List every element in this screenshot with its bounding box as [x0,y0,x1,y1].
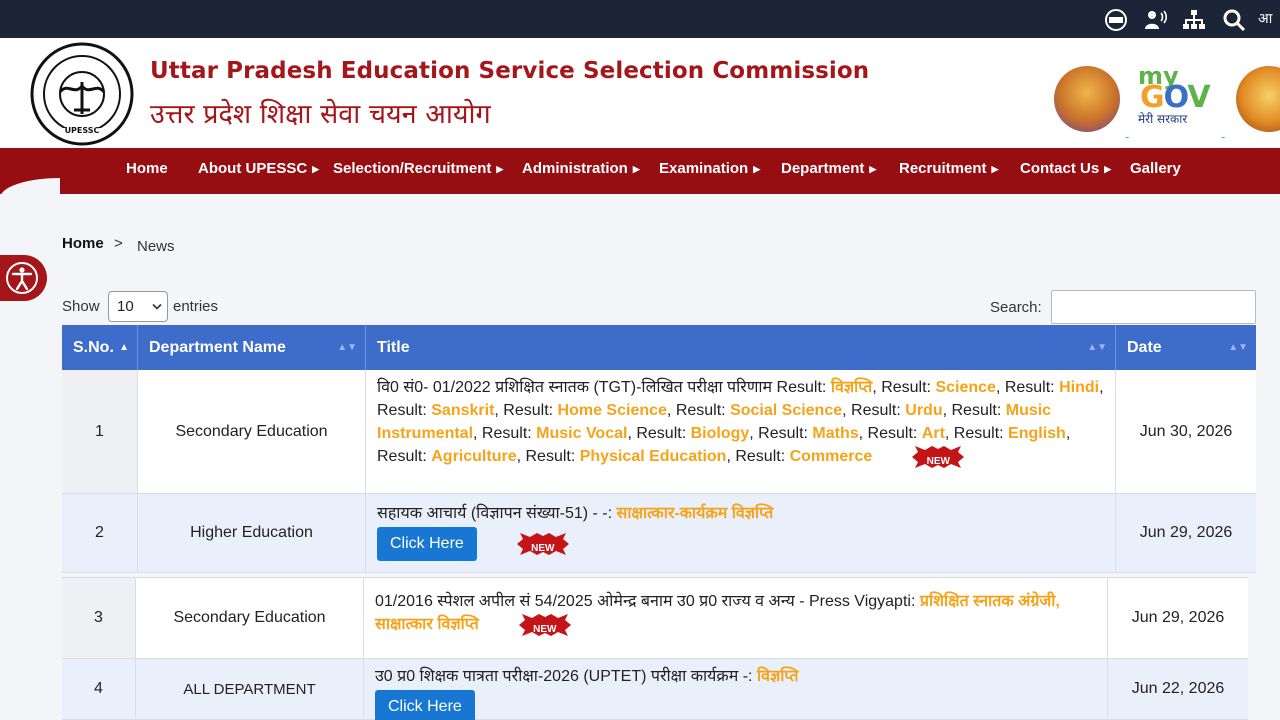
emblem-text: UPESSC [64,126,100,135]
nav-gallery[interactable]: Gallery [1130,160,1186,177]
chevron-right-icon: ▶ [869,164,877,174]
new-badge: NEW [516,532,569,555]
sort-icon: ▲▼ [1228,342,1248,353]
nav-department[interactable]: Department ▶ [781,160,876,177]
notice-link[interactable]: साक्षात्कार-कार्यक्रम विज्ञप्ति [617,505,774,522]
new-badge: NEW [912,445,965,468]
upessc-emblem-logo[interactable]: UPESSC [30,42,134,146]
row-title: सहायक आचार्य (विज्ञापन संख्या-51) - -: स… [366,494,1116,572]
click-here-button[interactable]: Click Here [377,527,477,561]
commission-title-hindi: उत्तर प्रदेश शिक्षा सेवा चयन आयोग [150,99,491,130]
result-link[interactable]: Art [922,425,945,442]
accessibility-icon [6,262,38,294]
result-link[interactable]: Music Vocal [536,425,627,442]
chevron-right-icon: ▶ [632,164,640,174]
table-row: 3 Secondary Education 01/2016 स्पेशल अपी… [62,577,1248,659]
result-link[interactable]: Physical Education [580,448,727,465]
breadcrumb-home[interactable]: Home [62,235,104,252]
nav-administration[interactable]: Administration ▶ [522,160,640,177]
top-utility-bar: आ [0,0,1280,38]
sitemap-icon[interactable] [1182,8,1206,32]
result-link[interactable]: Hindi [1059,379,1099,396]
screen-reader-icon[interactable] [1144,8,1168,32]
table-row: 1 Secondary Education वि0 सं0- 01/2022 प… [62,370,1256,494]
search-icon[interactable] [1222,8,1246,32]
click-here-button[interactable]: Click Here [375,690,475,720]
breadcrumb-current: News [137,238,175,255]
commission-title-english: Uttar Pradesh Education Service Selectio… [150,58,870,84]
search-input[interactable] [1051,290,1256,324]
result-link[interactable]: Home Science [558,402,667,419]
chevron-right-icon: > [114,235,123,252]
chevron-right-icon: ▶ [753,164,761,174]
table-row: 4 ALL DEPARTMENT उ0 प्र0 शिक्षक पात्रता … [62,659,1248,720]
chevron-right-icon: ▶ [496,164,504,174]
result-link[interactable]: Sanskrit [431,402,494,419]
nav-selection-recruitment[interactable]: Selection/Recruitment ▶ [333,160,503,177]
sort-icon: ▲▼ [1087,342,1107,353]
column-sno[interactable]: S.No. ▲ [62,325,138,370]
up-govt-seal-logo[interactable] [1236,66,1280,132]
site-header: UPESSC Uttar Pradesh Education Service S… [0,38,1280,148]
chevron-right-icon: ▶ [991,164,999,174]
result-link[interactable]: Biology [691,425,750,442]
table-row: 2 Higher Education सहायक आचार्य (विज्ञाप… [62,494,1256,573]
column-department[interactable]: Department Name ▲▼ [138,325,366,370]
result-link[interactable]: English [1008,425,1066,442]
chevron-right-icon: ▶ [312,164,320,174]
row-title: वि0 सं0- 01/2022 प्रशिक्षित स्नातक (TGT)… [366,370,1116,493]
mahakumbh-logo[interactable] [1054,66,1120,132]
row-title: 01/2016 स्पेशल अपील सं 54/2025 ओमेन्द्र … [364,578,1108,658]
entries-label: entries [173,298,219,315]
nav-contact-us[interactable]: Contact Us ▶ [1020,160,1111,177]
sort-asc-icon: ▲ [119,342,129,353]
result-link[interactable]: Agriculture [431,448,516,465]
nav-recruitment[interactable]: Recruitment ▶ [899,160,998,177]
nav-examination[interactable]: Examination ▶ [659,160,760,177]
mygov-logo[interactable]: my GOV मेरी सरकार [1136,62,1216,126]
notice-link[interactable]: विज्ञप्ति [757,668,799,685]
new-badge: NEW [518,613,571,636]
column-title[interactable]: Title ▲▼ [366,325,1116,370]
page-size-select[interactable]: 10 [108,291,168,322]
chevron-right-icon: ▶ [1104,164,1112,174]
nav-about-upessc[interactable]: About UPESSC ▶ [198,160,319,177]
column-date[interactable]: Date ▲▼ [1116,325,1256,370]
result-link[interactable]: Maths [812,425,858,442]
sort-icon: ▲▼ [337,342,357,353]
table-header: S.No. ▲ Department Name ▲▼ Title ▲▼ Date ▲▼ [62,325,1256,370]
result-link[interactable]: Science [935,379,995,396]
skip-icon[interactable] [1104,8,1128,32]
show-label: Show [62,298,100,315]
row-title: उ0 प्र0 शिक्षक पात्रता परीक्षा-2026 (UPT… [364,659,1108,720]
accessibility-button[interactable] [0,255,47,301]
main-navigation: Home About UPESSC ▶ Selection/Recruitment… [0,148,1280,198]
result-link[interactable]: Commerce [790,448,873,465]
search-label: Search: [990,299,1042,316]
language-toggle[interactable]: आ [1258,9,1272,28]
nav-home[interactable]: Home [126,160,173,177]
result-link[interactable]: Social Science [730,402,842,419]
result-link[interactable]: विज्ञप्ति [831,379,873,396]
result-link[interactable]: Urdu [905,402,942,419]
